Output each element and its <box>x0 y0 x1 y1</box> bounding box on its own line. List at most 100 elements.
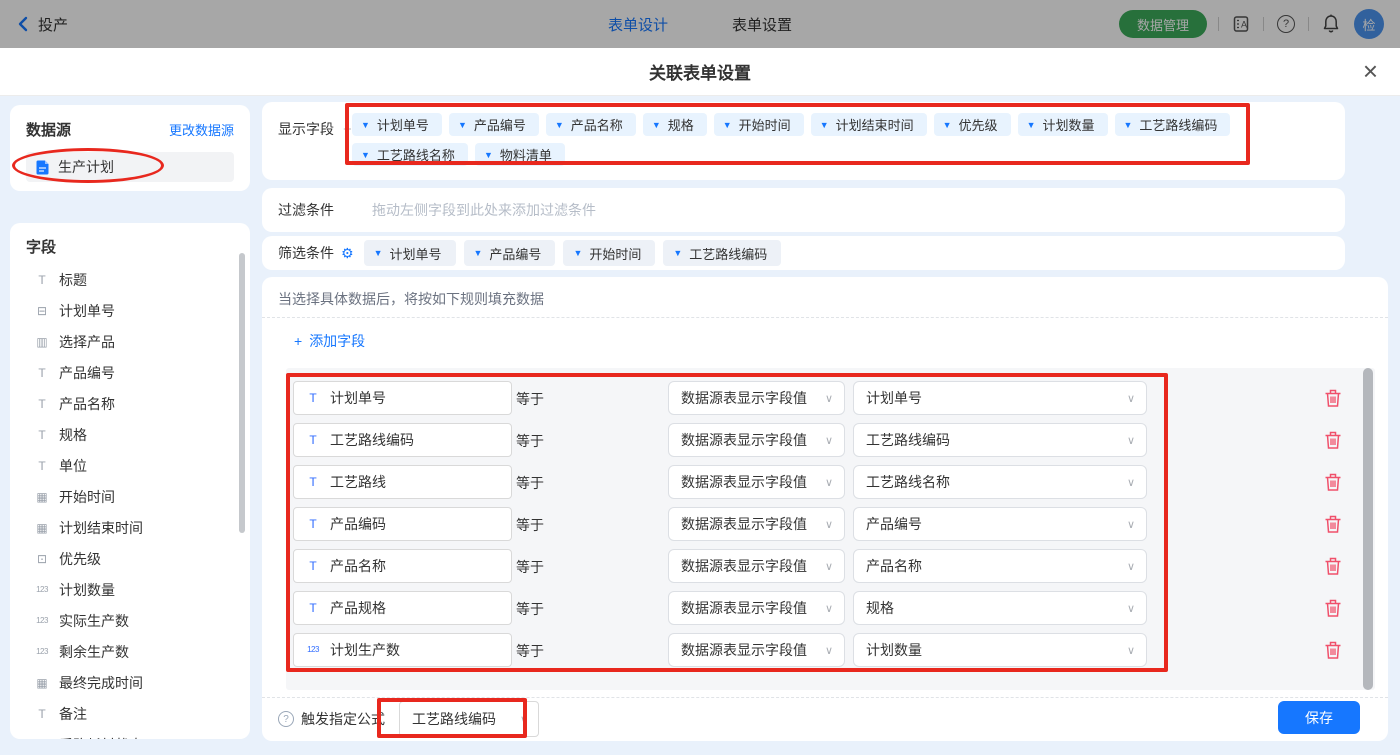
field-label: 规格 <box>59 426 87 443</box>
display-field-chip[interactable]: ▼ 工艺路线名称 <box>352 143 468 166</box>
filter-card: 过滤条件 拖动左侧字段到此处来添加过滤条件 <box>262 188 1345 232</box>
change-datasource-link[interactable]: 更改数据源 <box>169 120 234 139</box>
select-icon: ⊡ <box>36 551 48 566</box>
field-list-item[interactable]: ⊡ 优先级 <box>26 543 234 574</box>
save-button[interactable]: 保存 <box>1278 701 1360 734</box>
help-icon[interactable]: ? <box>1275 13 1297 35</box>
divider <box>1308 17 1309 31</box>
rule-field-box[interactable]: T 计划单号 <box>293 381 512 415</box>
add-field-button[interactable]: + 添加字段 <box>294 331 365 351</box>
rule-source-select[interactable]: 数据源表显示字段值 ∨ <box>668 465 845 499</box>
screen-card: 筛选条件 ⚙ ▼ 计划单号 ▼ 产品编号 ▼ 开始时间 ▼ 工艺路线编码 <box>262 236 1345 270</box>
rule-source-select[interactable]: 数据源表显示字段值 ∨ <box>668 591 845 625</box>
display-field-chip[interactable]: ▼ 工艺路线编码 <box>1114 113 1231 136</box>
rule-value-select[interactable]: 工艺路线编码 ∨ <box>853 423 1147 457</box>
screen-chip-list: ▼ 计划单号 ▼ 产品编号 ▼ 开始时间 ▼ 工艺路线编码 <box>363 240 782 266</box>
display-field-chip[interactable]: ▼ 计划数量 <box>1017 113 1108 136</box>
screen-field-chip[interactable]: ▼ 开始时间 <box>563 240 656 266</box>
rule-value-select[interactable]: 规格 ∨ <box>853 591 1147 625</box>
field-list-item[interactable]: 123 实际生产数 <box>26 605 234 636</box>
field-list-item[interactable]: T 产品编号 <box>26 357 234 388</box>
delete-icon[interactable] <box>1324 640 1342 660</box>
delete-icon[interactable] <box>1324 514 1342 534</box>
fields-scrollbar[interactable] <box>239 253 245 533</box>
field-list-item[interactable]: T 规格 <box>26 419 234 450</box>
rule-field-box[interactable]: T 工艺路线 <box>293 465 512 499</box>
add-display-field-button[interactable]: + <box>343 121 352 138</box>
rule-field-box[interactable]: T 产品规格 <box>293 591 512 625</box>
field-list-item[interactable]: ⊟ 计划单号 <box>26 295 234 326</box>
chevron-down-icon: ▼ <box>1026 119 1036 130</box>
field-list-item[interactable]: ▦ 计划结束时间 <box>26 512 234 543</box>
help-circle-icon[interactable]: ? <box>278 711 294 727</box>
rule-source-select[interactable]: 数据源表显示字段值 ∨ <box>668 381 845 415</box>
rule-value-select[interactable]: 产品名称 ∨ <box>853 549 1147 583</box>
field-list-item[interactable]: T 产品名称 <box>26 388 234 419</box>
display-field-chip[interactable]: ▼ 产品编号 <box>448 113 539 136</box>
display-field-chip[interactable]: ▼ 规格 <box>642 113 707 136</box>
trigger-field-select[interactable]: 工艺路线编码 ∨ <box>399 701 539 737</box>
rule-field-box[interactable]: 123 计划生产数 <box>293 633 512 667</box>
rule-field-box[interactable]: T 工艺路线编码 <box>293 423 512 457</box>
rule-field-box[interactable]: T 产品编码 <box>293 507 512 541</box>
screen-field-chip[interactable]: ▼ 工艺路线编码 <box>663 240 782 266</box>
text-icon: T <box>309 391 317 405</box>
screen-field-chip[interactable]: ▼ 产品编号 <box>463 240 556 266</box>
display-field-chip[interactable]: ▼ 产品名称 <box>545 113 636 136</box>
field-list-item[interactable]: ▥ 选择产品 <box>26 326 234 357</box>
rule-source-select[interactable]: 数据源表显示字段值 ∨ <box>668 507 845 541</box>
delete-icon[interactable] <box>1324 430 1342 450</box>
svg-text:A: A <box>1241 20 1247 30</box>
display-field-chip[interactable]: ▼ 物料清单 <box>474 143 565 166</box>
screen-field-chip[interactable]: ▼ 计划单号 <box>363 240 456 266</box>
trigger-field-value: 工艺路线编码 <box>412 711 496 727</box>
display-field-chip[interactable]: ▼ 优先级 <box>933 113 1011 136</box>
chevron-down-icon: ▼ <box>457 119 467 130</box>
rule-field-label: 计划单号 <box>330 390 386 406</box>
field-list-item[interactable]: 123 剩余生产数 <box>26 636 234 667</box>
filter-dropzone-placeholder[interactable]: 拖动左侧字段到此处来添加过滤条件 <box>372 200 596 220</box>
field-list-item[interactable]: ▦ 最终完成时间 <box>26 667 234 698</box>
delete-icon[interactable] <box>1324 388 1342 408</box>
field-list-item[interactable]: 123 计划数量 <box>26 574 234 605</box>
rule-field-label: 计划生产数 <box>330 642 400 658</box>
user-avatar[interactable]: 检 <box>1354 9 1384 39</box>
datasource-item[interactable]: 生产计划 <box>26 152 234 182</box>
field-list-item[interactable]: ▦ 开始时间 <box>26 481 234 512</box>
rule-source-select[interactable]: 数据源表显示字段值 ∨ <box>668 633 845 667</box>
chevron-down-icon: ▼ <box>819 119 829 130</box>
display-field-chip[interactable]: ▼ 开始时间 <box>713 113 804 136</box>
rule-source-select[interactable]: 数据源表显示字段值 ∨ <box>668 423 845 457</box>
field-list-item[interactable]: T 单位 <box>26 450 234 481</box>
rule-operator: 等于 <box>516 475 544 491</box>
dictionary-icon[interactable]: A <box>1230 13 1252 35</box>
chevron-down-icon: ▼ <box>651 119 661 130</box>
display-field-chip[interactable]: ▼ 计划结束时间 <box>810 113 927 136</box>
display-chip-list: ▼ 计划单号 ▼ 产品编号 ▼ 产品名称 ▼ 规格 ▼ 开始时间 ▼ 计划结束时… <box>352 113 1264 166</box>
data-management-button[interactable]: 数据管理 <box>1118 10 1207 38</box>
close-icon[interactable]: × <box>1363 56 1378 86</box>
display-field-chip[interactable]: ▼ 计划单号 <box>352 113 442 136</box>
rule-source-select[interactable]: 数据源表显示字段值 ∨ <box>668 549 845 583</box>
rule-operator: 等于 <box>516 391 544 407</box>
tab-form-design[interactable]: 表单设计 <box>608 14 668 35</box>
chevron-down-icon: ∨ <box>1126 602 1135 615</box>
rule-value-select[interactable]: 计划数量 ∨ <box>853 633 1147 667</box>
rules-scrollbar[interactable] <box>1363 368 1373 690</box>
rule-value-select[interactable]: 产品编号 ∨ <box>853 507 1147 541</box>
field-list-item[interactable]: T 备注 <box>26 698 234 729</box>
delete-icon[interactable] <box>1324 598 1342 618</box>
rule-field-box[interactable]: T 产品名称 <box>293 549 512 583</box>
delete-icon[interactable] <box>1324 472 1342 492</box>
field-label: 单位 <box>59 457 87 474</box>
gear-icon[interactable]: ⚙ <box>341 245 354 262</box>
delete-icon[interactable] <box>1324 556 1342 576</box>
rule-value-select[interactable]: 计划单号 ∨ <box>853 381 1147 415</box>
tab-form-settings[interactable]: 表单设置 <box>732 14 792 35</box>
number-icon: 123 <box>36 615 48 625</box>
field-list-item[interactable]: T 标题 <box>26 264 234 295</box>
field-list-item[interactable]: T 采购耗材状态 <box>26 729 234 740</box>
notification-bell-icon[interactable] <box>1320 13 1342 35</box>
rule-value-select[interactable]: 工艺路线名称 ∨ <box>853 465 1147 499</box>
text-icon: T <box>38 706 46 721</box>
